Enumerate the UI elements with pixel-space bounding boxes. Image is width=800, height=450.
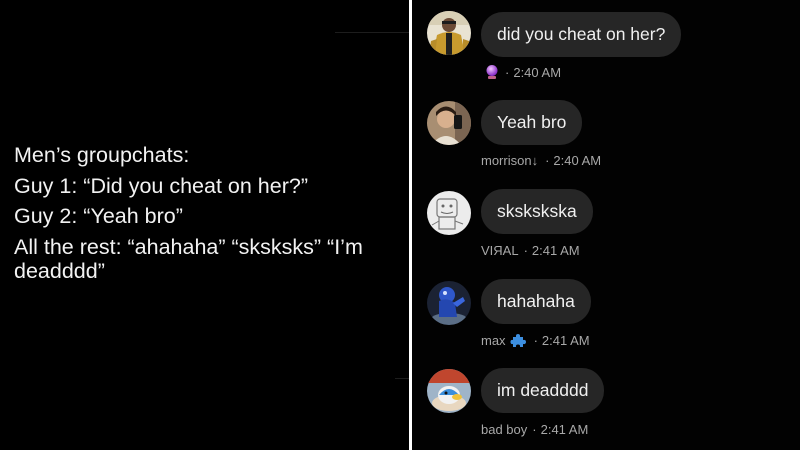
puzzle-piece-icon (510, 334, 526, 347)
message-time: 2:41 AM (531, 243, 580, 258)
message-time: 2:40 AM (513, 64, 562, 80)
caption-line: Guy 2: “Yeah bro” (14, 204, 183, 228)
avatar[interactable] (427, 191, 471, 235)
message-meta: morrison↓ · 2:40 AM (481, 153, 601, 168)
sender-name[interactable]: bad boy (481, 422, 527, 437)
meme-caption-text: Men’s groupchats: Guy 1: “Did you cheat … (14, 140, 406, 298)
message-text: did you cheat on her? (497, 24, 666, 44)
message-meta: · 2:40 AM (481, 64, 561, 80)
message-time: 2:40 AM (553, 153, 602, 168)
group-chat-panel: did you cheat on her? · 2:40 AM Yeah bro… (412, 0, 800, 450)
meme-caption-panel: Men’s groupchats: Guy 1: “Did you cheat … (0, 0, 409, 450)
sender-name[interactable]: max (481, 333, 506, 348)
message-bubble[interactable]: Yeah bro (481, 100, 583, 145)
avatar[interactable] (427, 369, 471, 413)
sender-name[interactable]: VIЯAL (481, 243, 519, 258)
message-text: hahahaha (497, 291, 575, 311)
caption-line: Men’s groupchats: (14, 143, 190, 167)
message-time: 2:41 AM (540, 422, 589, 437)
avatar[interactable] (427, 281, 471, 325)
message-text: skskskska (497, 201, 577, 221)
message-bubble[interactable]: did you cheat on her? (481, 12, 682, 57)
separator: · (545, 153, 550, 168)
message-bubble[interactable]: hahahaha (481, 279, 591, 324)
message-meta: VIЯAL · 2:41 AM (481, 243, 580, 258)
divider-line (395, 378, 409, 379)
message-text: Yeah bro (497, 112, 567, 132)
message-time: 2:41 AM (541, 332, 590, 348)
message-meta: max · 2:41 AM (481, 332, 590, 348)
separator: · (523, 243, 528, 258)
caption-line: deadddd” (14, 259, 105, 283)
message-bubble[interactable]: im deadddd (481, 368, 605, 413)
message-bubble[interactable]: skskskska (481, 189, 593, 234)
sender-name[interactable]: morrison↓ (481, 153, 538, 168)
crystal-ball-icon (486, 65, 498, 79)
message-meta: bad boy · 2:41 AM (481, 422, 588, 437)
avatar[interactable] (427, 101, 471, 145)
caption-line: Guy 1: “Did you cheat on her?” (14, 173, 308, 198)
separator: · (532, 422, 537, 437)
avatar[interactable] (427, 11, 471, 55)
divider-line (335, 32, 409, 33)
separator: · (505, 64, 510, 80)
message-text: im deadddd (497, 380, 589, 400)
separator: · (533, 332, 538, 348)
